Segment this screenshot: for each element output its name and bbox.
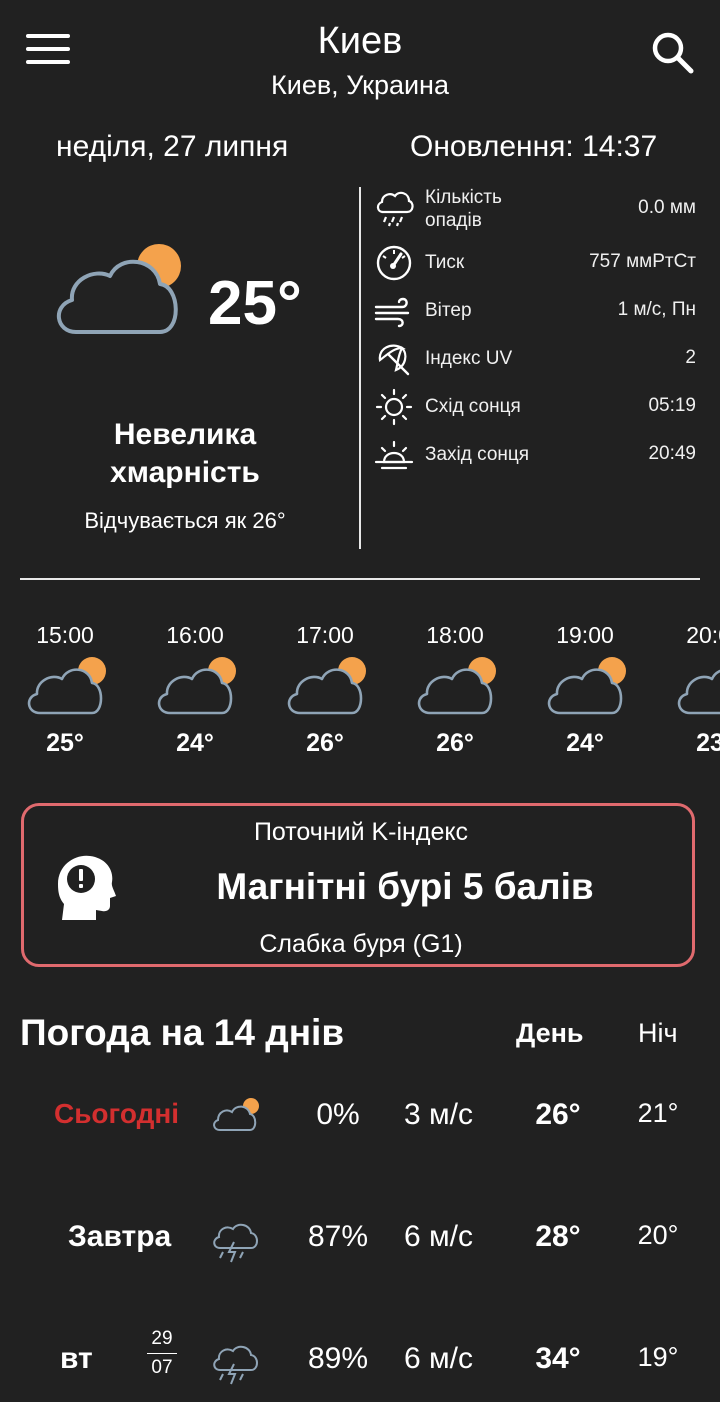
hourly-temp: 25° — [46, 729, 84, 757]
hourly-item[interactable]: 19:00 24° — [520, 622, 650, 758]
forecast-wind: 3 м/с — [404, 1098, 473, 1131]
detail-value: 0.0 мм — [638, 197, 696, 218]
hourly-time: 16:00 — [166, 622, 224, 648]
search-icon[interactable] — [648, 28, 696, 76]
forecast-precip: 87% — [307, 1220, 369, 1253]
hourly-temp: 23° — [696, 729, 720, 757]
hourly-item[interactable]: 18:00 26° — [390, 622, 520, 758]
thunderstorm-icon — [213, 1345, 258, 1385]
hourly-temp: 24° — [176, 729, 214, 757]
vertical-divider — [359, 187, 361, 549]
partly-cloudy-icon — [677, 669, 720, 715]
partly-cloudy-icon — [547, 657, 626, 715]
hourly-time: 17:00 — [296, 622, 354, 648]
uv-umbrella-icon — [378, 344, 410, 376]
detail-label: Тиск — [425, 252, 465, 273]
forecast-day-header: День — [516, 1018, 584, 1048]
feels-like: Відчувається як 26° — [84, 508, 286, 533]
precipitation-icon — [376, 191, 414, 227]
detail-value: 1 м/с, Пн — [617, 299, 696, 320]
detail-precipitation: Кількість опадів 0.0 мм — [374, 186, 696, 231]
city-title: Киев — [317, 20, 403, 62]
sunrise-icon — [375, 388, 413, 426]
forecast-night-temp: 19° — [637, 1342, 679, 1372]
forecast-title: Погода на 14 днів — [20, 1012, 345, 1053]
forecast-day-temp: 28° — [535, 1220, 581, 1253]
hourly-time: 19:00 — [556, 622, 614, 648]
forecast-day-name: вт — [60, 1342, 93, 1375]
section-divider — [20, 578, 700, 580]
forecast-day-temp: 34° — [535, 1342, 581, 1375]
forecast-date-month: 07 — [151, 1357, 173, 1378]
detail-uv: Індекс UV 2 — [374, 336, 696, 380]
current-date: неділя, 27 липня — [56, 130, 289, 163]
k-index-sub: Слабка буря (G1) — [259, 930, 463, 958]
forecast-wind: 6 м/с — [404, 1220, 473, 1253]
forecast-date: 29 07 — [147, 1328, 177, 1379]
pressure-gauge-icon — [376, 245, 412, 281]
detail-label: Вітер — [425, 300, 472, 321]
detail-label: Індекс UV — [425, 348, 513, 369]
hourly-item[interactable]: 15:00 25° — [0, 622, 130, 758]
detail-label: Захід сонця — [425, 444, 530, 465]
partly-cloudy-icon — [56, 244, 181, 334]
forecast-night-header: Ніч — [638, 1018, 678, 1048]
partly-cloudy-icon — [157, 657, 236, 715]
detail-sunset: Захід сонця 20:49 — [374, 432, 696, 476]
detail-value: 05:19 — [648, 395, 696, 416]
hourly-item[interactable]: 16:00 24° — [130, 622, 260, 758]
forecast-day-name: Завтра — [68, 1220, 172, 1253]
update-time: Оновлення: 14:37 — [410, 130, 658, 163]
detail-wind: Вітер 1 м/с, Пн — [374, 288, 696, 332]
detail-value: 2 — [685, 347, 696, 368]
forecast-precip: 89% — [307, 1342, 369, 1375]
forecast-row-tuesday[interactable]: вт 29 07 89% 6 м/с 34° 19° — [0, 1328, 720, 1402]
detail-value: 20:49 — [648, 443, 696, 464]
forecast-day-name: Сьогодні — [54, 1098, 180, 1129]
forecast-date-day: 29 — [151, 1328, 173, 1349]
partly-cloudy-icon — [287, 657, 366, 715]
sunset-icon — [374, 440, 414, 470]
head-alert-icon — [58, 855, 116, 920]
detail-pressure: Тиск 757 ммРтСт — [374, 240, 696, 284]
partly-cloudy-icon — [27, 657, 106, 715]
hourly-item[interactable]: 17:00 26° — [260, 622, 390, 758]
k-index-title: Поточний K-індекс — [253, 818, 469, 846]
detail-value: 757 ммРтСт — [589, 251, 696, 272]
forecast-row-tomorrow[interactable]: Завтра 87% 6 м/с 28° 20° — [0, 1220, 720, 1280]
partly-cloudy-icon — [213, 1098, 259, 1131]
hourly-item[interactable]: 20:00 23° — [650, 622, 720, 758]
forecast-wind: 6 м/с — [404, 1342, 473, 1375]
hourly-temp: 26° — [436, 729, 474, 757]
forecast-night-temp: 20° — [637, 1220, 679, 1250]
partly-cloudy-icon — [417, 657, 496, 715]
forecast-day-temp: 26° — [535, 1098, 581, 1131]
hourly-temp: 26° — [306, 729, 344, 757]
current-condition: Невелика хмарність — [110, 418, 260, 489]
forecast-row-today[interactable]: Сьогодні 0% 3 м/с 26° 21° — [0, 1098, 720, 1158]
hourly-time: 15:00 — [36, 622, 94, 648]
wind-icon — [374, 297, 410, 328]
forecast-precip: 0% — [316, 1098, 360, 1131]
k-index-main: Магнітні бурі 5 балів — [216, 866, 594, 907]
hourly-temp: 24° — [566, 729, 604, 757]
current-temp: 25° — [208, 269, 302, 338]
detail-label: Схід сонця — [425, 396, 521, 417]
thunderstorm-icon — [213, 1223, 258, 1263]
hourly-time: 20:00 — [686, 622, 720, 648]
forecast-night-temp: 21° — [637, 1098, 679, 1128]
hourly-time: 18:00 — [426, 622, 484, 648]
detail-label: Кількість опадів — [425, 187, 502, 231]
region-subtitle: Киев, Украина — [271, 70, 449, 100]
detail-sunrise: Схід сонця 05:19 — [374, 384, 696, 428]
